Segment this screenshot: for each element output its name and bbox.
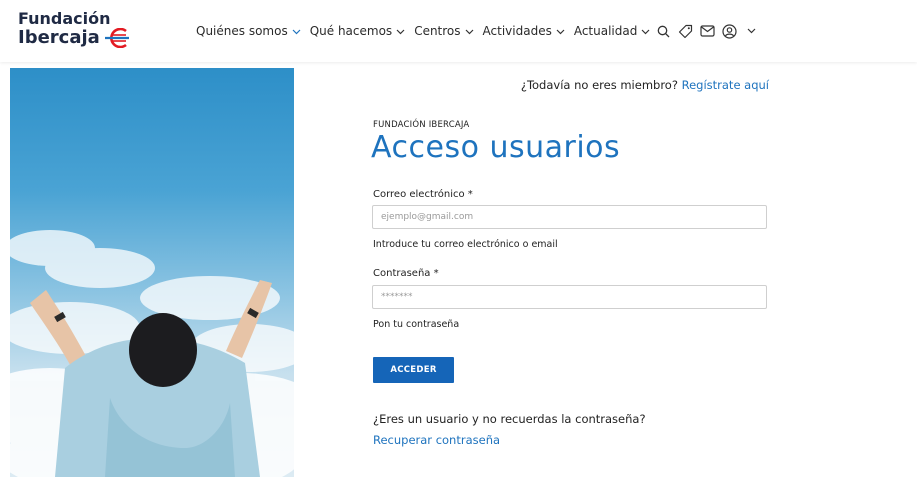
tag-icon[interactable]: [677, 23, 693, 39]
nav-item-quienes-somos[interactable]: Quiénes somos: [196, 24, 301, 38]
email-field[interactable]: [372, 205, 767, 229]
chevron-down-icon[interactable]: [743, 23, 759, 39]
nav-item-que-hacemos[interactable]: Qué hacemos: [310, 24, 405, 38]
logo-text-line2: Ibercaja: [18, 27, 100, 48]
nav-item-label: Quiénes somos: [196, 24, 288, 38]
form-eyebrow: FUNDACIÓN IBERCAJA: [373, 120, 470, 130]
page-title: Acceso usuarios: [371, 130, 621, 165]
header-tools: [655, 23, 759, 39]
logo-text-line1: Fundación: [18, 9, 111, 28]
chevron-down-icon: [641, 24, 650, 38]
signup-question: ¿Todavía no eres miembro?: [520, 78, 678, 92]
hero-illustration: [10, 230, 294, 477]
hero-image: [10, 68, 294, 477]
chevron-down-icon: [556, 24, 565, 38]
nav-item-actividades[interactable]: Actividades: [483, 24, 565, 38]
nav-item-label: Qué hacemos: [309, 24, 393, 38]
user-icon[interactable]: [721, 23, 737, 39]
logo-mark-icon: [104, 28, 129, 48]
chevron-down-icon: [396, 24, 405, 38]
password-field[interactable]: [372, 285, 767, 309]
password-label: Contraseña *: [373, 268, 439, 279]
nav-item-label: Actualidad: [573, 24, 638, 38]
nav-item-label: Centros: [414, 24, 461, 38]
recover-password-link[interactable]: Recuperar contraseña: [373, 433, 500, 447]
fundacion-ibercaja-logo[interactable]: Fundación Ibercaja: [18, 10, 130, 48]
password-help-text: Pon tu contraseña: [373, 319, 460, 330]
email-label: Correo electrónico *: [373, 189, 473, 200]
mail-icon[interactable]: [699, 23, 715, 39]
nav-item-actualidad[interactable]: Actualidad: [574, 24, 651, 38]
nav-item-label: Actividades: [482, 24, 552, 38]
site-header: Fundación Ibercaja Quiénes somos Qué hac…: [0, 0, 917, 62]
nav-item-centros[interactable]: Centros: [414, 24, 473, 38]
login-button[interactable]: ACCEDER: [373, 357, 454, 383]
register-link[interactable]: Regístrate aquí: [682, 78, 769, 92]
signup-prompt: ¿Todavía no eres miembro? Regístrate aqu…: [521, 78, 769, 92]
search-icon[interactable]: [655, 23, 671, 39]
chevron-down-icon: [465, 24, 474, 38]
email-help-text: Introduce tu correo electrónico o email: [373, 239, 558, 250]
chevron-down-icon: [292, 24, 301, 38]
main-nav: Quiénes somos Qué hacemos Centros Activi…: [196, 24, 659, 38]
forgot-password-text: ¿Eres un usuario y no recuerdas la contr…: [373, 412, 646, 426]
